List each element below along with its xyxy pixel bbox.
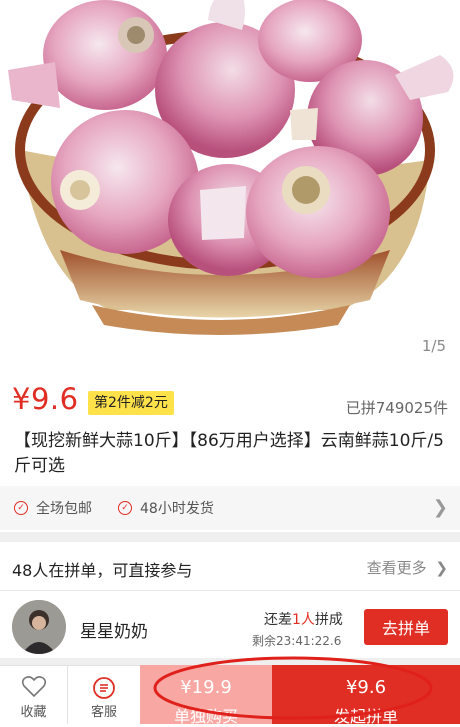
check-icon: ✓ — [118, 501, 132, 515]
check-icon: ✓ — [14, 501, 28, 515]
start-group-buy-button[interactable]: ¥9.6 发起拼单 — [272, 665, 460, 726]
solo-price: ¥19.9 — [180, 677, 232, 698]
garlic-basket-image — [8, 0, 454, 335]
group-label: 发起拼单 — [333, 707, 398, 726]
group-price: ¥9.6 — [345, 677, 387, 698]
divider-line — [0, 590, 460, 591]
group-buy-count-text: 48人在拼单，可直接参与 — [12, 561, 193, 580]
chat-icon — [93, 677, 115, 699]
image-page-counter: 1/5 — [421, 337, 446, 355]
price-row: ¥9.6 第2件减2元 已拼749025件 — [0, 378, 460, 428]
service-label: 48小时发货 — [140, 501, 214, 517]
product-image-gallery[interactable]: 1/5 — [0, 0, 460, 370]
favorite-button[interactable]: 收藏 — [0, 665, 68, 724]
needed-count: 1人 — [292, 612, 315, 628]
chevron-right-icon[interactable]: ❯ — [433, 497, 448, 518]
countdown-timer: 剩余23:41:22.6 — [252, 634, 342, 648]
sold-count: 已拼749025件 — [345, 399, 448, 417]
heart-icon — [21, 676, 46, 698]
section-divider — [0, 658, 460, 665]
promo-badge: 第2件减2元 — [88, 391, 174, 415]
view-more-link[interactable]: 查看更多 ❯ — [367, 557, 448, 578]
group-leader-name: 星星奶奶 — [80, 622, 148, 642]
chevron-right-icon: ❯ — [435, 559, 448, 577]
product-title: 【现挖新鲜大蒜10斤】【86万用户选择】云南鲜蒜10斤/5斤可选 — [14, 431, 444, 476]
view-more-label: 查看更多 — [366, 559, 427, 577]
service-item: ✓ 全场包邮 — [14, 498, 92, 518]
avatar — [12, 600, 66, 654]
group-buy-header: 48人在拼单，可直接参与 查看更多 ❯ — [0, 545, 460, 589]
section-divider — [0, 532, 460, 542]
service-guarantees[interactable]: ✓ 全场包邮 ✓ 48小时发货 ❯ — [0, 486, 460, 530]
join-group-button[interactable]: 去拼单 — [364, 609, 448, 645]
customer-service-button[interactable]: 客服 — [68, 665, 140, 724]
favorite-label: 收藏 — [20, 705, 47, 720]
service-item: ✓ 48小时发货 — [118, 498, 214, 518]
bottom-action-bar: 收藏 客服 ¥19.9 单独购买 ¥9.6 发起拼单 — [0, 665, 460, 726]
buy-alone-button[interactable]: ¥19.9 单独购买 — [140, 665, 272, 726]
group-buy-entry[interactable]: 星星奶奶 还差1人拼成 剩余23:41:22.6 去拼单 — [0, 598, 460, 658]
people-needed: 还差1人拼成 — [264, 612, 343, 628]
customer-service-label: 客服 — [90, 705, 117, 720]
solo-label: 单独购买 — [173, 707, 238, 726]
user-photo-icon — [12, 600, 66, 654]
product-price: ¥9.6 — [12, 382, 79, 416]
service-label: 全场包邮 — [36, 501, 92, 517]
